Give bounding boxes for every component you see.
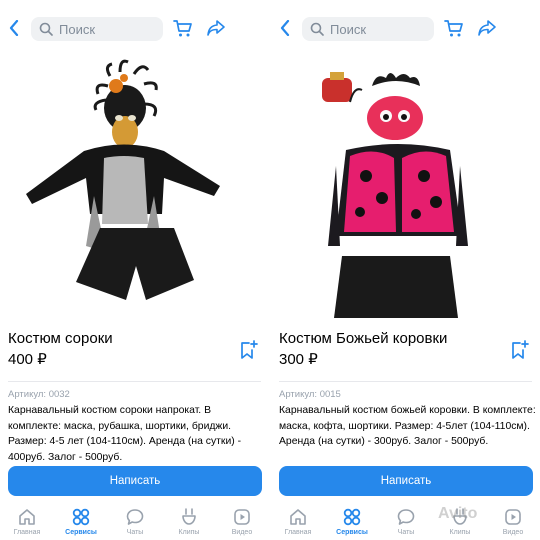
listing-description: Карнавальный костюм божьей коровки. В ко… [279,405,536,447]
bookmark-add-icon [241,340,258,359]
listing-title: Костюм Божьей коровки [279,330,448,347]
listing-description: Карнавальный костюм сороки напрокат. В к… [8,405,242,463]
product-photo [290,46,512,318]
chat-icon [126,508,144,526]
chevron-left-icon [280,20,290,36]
share-icon [207,20,225,36]
tab-label: Клипы [178,529,200,536]
tab-label: Видео [231,529,253,536]
search-input[interactable]: Поиск [31,17,163,41]
share-button[interactable] [477,18,497,38]
photo-gallery[interactable] [271,46,540,318]
search-icon [39,22,53,36]
tab-label: Сервисы [65,529,97,536]
cart-icon [173,20,192,37]
photo-gallery[interactable] [0,46,269,318]
share-button[interactable] [206,18,226,38]
tab-services[interactable]: Сервисы [54,505,108,540]
write-button[interactable]: Написать [279,466,533,496]
listing-panel-magpie: Поиск Костюм сороки 400 ₽ Артикул: 0032 … [0,0,269,540]
tab-label: Сервисы [336,529,368,536]
cart-button[interactable] [444,18,464,38]
listing-price: 400 ₽ [8,351,47,368]
tab-home[interactable]: Главная [0,505,54,540]
tab-chats[interactable]: Чаты [379,505,433,540]
clips-icon [180,508,198,526]
tab-services[interactable]: Сервисы [325,505,379,540]
write-button[interactable]: Написать [8,466,262,496]
chevron-left-icon [9,20,19,36]
tab-clips[interactable]: Клипы [162,505,216,540]
tab-video[interactable]: Видео [215,505,269,540]
tab-label: Главная [284,529,312,536]
services-icon [343,508,361,526]
cart-button[interactable] [173,18,193,38]
services-icon [72,508,90,526]
clips-icon [451,508,469,526]
tab-video[interactable]: Видео [486,505,540,540]
tab-label: Главная [13,529,41,536]
tab-label: Чаты [126,529,144,536]
bottom-tab-bar: Главная Сервисы Чаты Клипы Видео [0,505,269,540]
video-icon [504,508,522,526]
favorite-button[interactable] [509,340,529,360]
search-placeholder: Поиск [59,21,96,37]
bottom-tab-bar: Главная Сервисы Чаты Клипы Видео [271,505,540,540]
product-photo [24,46,246,318]
video-icon [233,508,251,526]
tab-chats[interactable]: Чаты [108,505,162,540]
share-icon [478,20,496,36]
search-icon [310,22,324,36]
divider [8,381,261,382]
tab-label: Чаты [397,529,415,536]
back-button[interactable] [276,17,294,39]
divider [279,381,532,382]
bookmark-add-icon [512,340,529,359]
search-placeholder: Поиск [330,21,367,37]
tab-label: Видео [502,529,524,536]
tab-label: Клипы [449,529,471,536]
listing-title: Костюм сороки [8,330,113,347]
back-button[interactable] [5,17,23,39]
listing-panel-ladybug: Поиск Костюм Божьей коровки 300 ₽ Артику… [271,0,540,540]
home-icon [18,508,36,526]
listing-price: 300 ₽ [279,351,318,368]
cart-icon [444,20,463,37]
tab-clips[interactable]: Клипы [433,505,487,540]
search-input[interactable]: Поиск [302,17,434,41]
home-icon [289,508,307,526]
chat-icon [397,508,415,526]
favorite-button[interactable] [238,340,258,360]
article-number: Артикул: 0015 [279,389,341,400]
tab-home[interactable]: Главная [271,505,325,540]
article-number: Артикул: 0032 [8,389,70,400]
